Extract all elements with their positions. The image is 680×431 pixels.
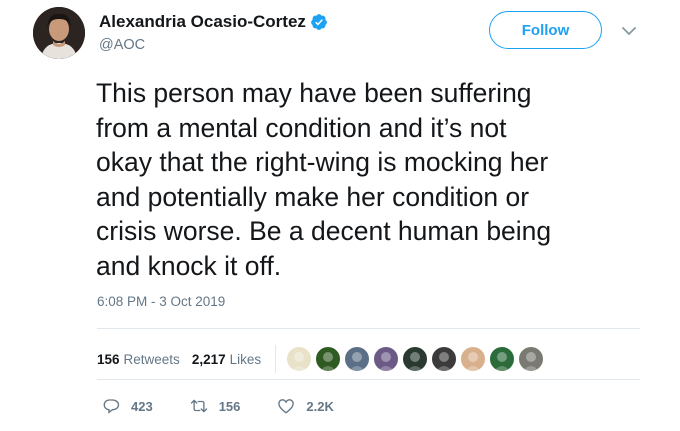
reply-button[interactable]: 423 — [101, 397, 153, 415]
chevron-down-icon[interactable] — [620, 24, 638, 38]
like-button[interactable]: 2.2K — [276, 397, 334, 415]
divider — [97, 379, 640, 380]
stats-separator — [275, 345, 277, 373]
author-name[interactable]: Alexandria Ocasio-Cortez — [99, 12, 306, 32]
retweet-button[interactable]: 156 — [189, 397, 241, 415]
author-handle[interactable]: @AOC — [99, 37, 145, 53]
retweet-count: 156 — [218, 398, 241, 414]
heart-icon — [278, 399, 295, 414]
retweets-stat[interactable]: 156 Retweets — [97, 352, 180, 367]
liker-avatars — [286, 346, 547, 372]
avatar-image — [33, 7, 85, 59]
retweets-count: 156 — [97, 351, 120, 367]
red-flower-avatar[interactable] — [315, 346, 342, 372]
woman-avatar[interactable] — [431, 346, 458, 372]
follow-button[interactable]: Follow — [489, 11, 602, 49]
author-row: Alexandria Ocasio-Cortez — [99, 12, 328, 32]
dark-avatar[interactable] — [402, 346, 429, 372]
retweets-label: Retweets — [123, 351, 180, 367]
retweet-icon — [190, 399, 207, 413]
purple-avatar[interactable] — [373, 346, 400, 372]
bee-avatar[interactable] — [286, 346, 313, 372]
like-count: 2.2K — [306, 398, 334, 414]
engagement-stats: 156 Retweets 2,217 Likes — [97, 345, 547, 373]
green-avatar[interactable] — [489, 346, 516, 372]
reply-count: 423 — [131, 398, 153, 414]
likes-count: 2,217 — [191, 351, 226, 367]
divider — [97, 328, 640, 329]
verified-badge-icon — [311, 14, 327, 30]
cartoon-avatar[interactable] — [460, 346, 487, 372]
dog-avatar[interactable] — [518, 346, 545, 372]
likes-stat[interactable]: 2,217 Likes — [192, 352, 261, 367]
avatar[interactable] — [33, 7, 85, 59]
tweet-timestamp[interactable]: 6:08 PM - 3 Oct 2019 — [97, 294, 225, 309]
tweet-actions: 423 156 2.2K — [101, 397, 370, 415]
car-avatar[interactable] — [344, 346, 371, 372]
reply-icon — [103, 399, 120, 414]
likes-label: Likes — [229, 351, 262, 367]
tweet-text: This person may have been suffering from… — [96, 78, 552, 281]
